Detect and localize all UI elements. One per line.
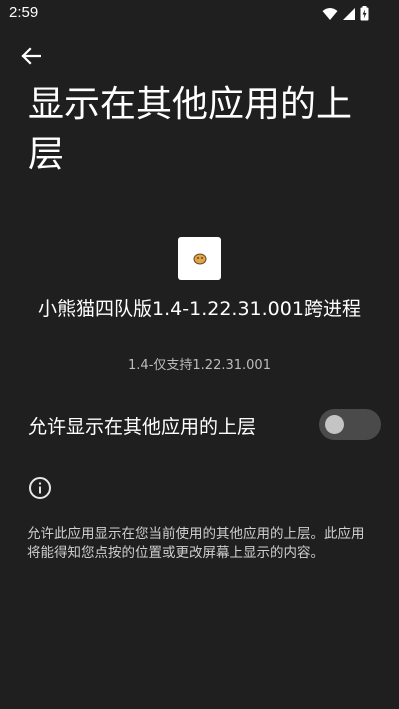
app-icon (178, 237, 221, 280)
battery-icon (360, 6, 369, 25)
wifi-icon (322, 6, 338, 25)
app-version: 1.4-仅支持1.22.31.001 (128, 358, 271, 373)
status-icons (322, 6, 369, 25)
status-time: 2:59 (9, 4, 39, 21)
info-icon (28, 476, 52, 500)
switch-thumb (325, 415, 344, 434)
page-title: 显示在其他应用的上层 (28, 84, 353, 175)
cellular-signal-icon (342, 6, 356, 25)
allow-overlay-setting[interactable]: 允许显示在其他应用的上层 (0, 400, 399, 450)
app-name: 小熊猫四队版1.4-1.22.31.001跨进程 (38, 298, 361, 320)
allow-overlay-label: 允许显示在其他应用的上层 (28, 416, 257, 438)
info-description: 允许此应用显示在您当前使用的其他应用的上层。此应用将能得知您点按的位置或更改屏幕… (27, 526, 365, 561)
allow-overlay-switch[interactable] (319, 409, 381, 440)
back-button[interactable] (14, 44, 48, 72)
arrow-left-icon (21, 47, 42, 69)
status-bar: 2:59 (0, 0, 399, 28)
